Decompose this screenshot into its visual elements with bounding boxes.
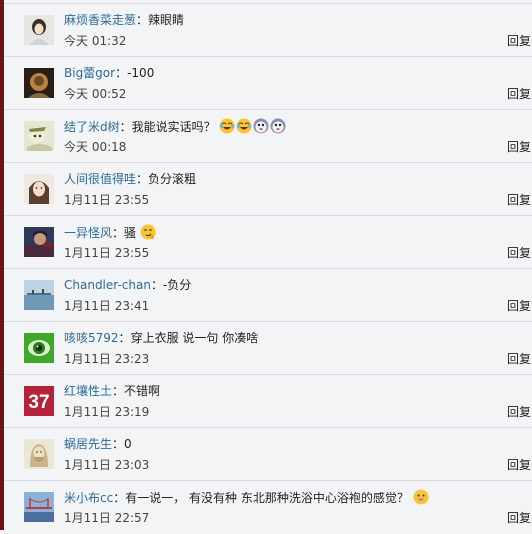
- colon: ：: [113, 491, 126, 505]
- reply-button[interactable]: 回复: [507, 404, 531, 420]
- colon: ：: [112, 437, 125, 451]
- reply-button[interactable]: 回复: [507, 510, 531, 526]
- pig-emoji: [413, 489, 429, 505]
- username-link[interactable]: 结了米d树: [64, 120, 120, 134]
- comment-item: 结了米d树：我能说实话吗？ 今天 00:18 回复: [4, 110, 532, 163]
- comment-item: Big蕾gor：-100 今天 00:52 回复: [4, 57, 532, 110]
- comment-item: 人间很值得哇：负分滚粗 1月11日 23:55 回复: [4, 163, 532, 216]
- avatar[interactable]: [24, 68, 54, 98]
- comment-text: 负分滚粗: [148, 172, 197, 186]
- avatar[interactable]: [24, 333, 54, 363]
- timestamp: 1月11日 23:55: [64, 246, 150, 260]
- colon: ：: [112, 226, 125, 240]
- timestamp: 今天 00:52: [64, 87, 127, 101]
- comment-text: 我能说实话吗？: [131, 120, 216, 134]
- doge-emoji: [270, 118, 286, 134]
- username-link[interactable]: Big蕾gor: [64, 66, 115, 80]
- reply-button[interactable]: 回复: [507, 192, 531, 208]
- username-link[interactable]: 麻烦香菜走葱: [64, 13, 136, 27]
- avatar[interactable]: [24, 15, 54, 45]
- comment-text: 有一说一， 有没有种 东北那种洗浴中心浴袍的感觉？: [125, 491, 409, 505]
- avatar[interactable]: [24, 121, 54, 151]
- comment-list: 麻烦香菜走葱：辣眼睛 今天 01:32 回复 Big蕾gor：-100 今天 0…: [4, 4, 532, 534]
- colon: ：: [115, 66, 128, 80]
- colon: ：: [136, 172, 149, 186]
- laugh-cry-emoji: [219, 118, 235, 134]
- username-link[interactable]: 咳咳5792: [64, 331, 119, 345]
- avatar[interactable]: [24, 227, 54, 257]
- timestamp: 今天 01:32: [64, 34, 127, 48]
- timestamp: 1月11日 23:55: [64, 193, 150, 207]
- comment-text: 骚: [124, 226, 137, 240]
- reply-button[interactable]: 回复: [507, 298, 531, 314]
- doge-emoji: [253, 118, 269, 134]
- comment-item: 蜗居先生：0 1月11日 23:03 回复: [4, 428, 532, 481]
- comment-text: 不错啊: [124, 384, 161, 398]
- username-link[interactable]: 一异怪风: [64, 226, 112, 240]
- reply-button[interactable]: 回复: [507, 245, 531, 261]
- reply-button[interactable]: 回复: [507, 457, 531, 473]
- avatar[interactable]: [24, 492, 54, 522]
- comment-item: 麻烦香菜走葱：辣眼睛 今天 01:32 回复: [4, 4, 532, 57]
- colon: ：: [119, 120, 132, 134]
- reply-button[interactable]: 回复: [507, 33, 531, 49]
- username-link[interactable]: 人间很值得哇: [64, 172, 136, 186]
- timestamp: 1月11日 23:41: [64, 299, 150, 313]
- avatar[interactable]: 37: [24, 386, 54, 416]
- username-link[interactable]: 红壤性土: [64, 384, 112, 398]
- comment-text: -负分: [162, 278, 192, 292]
- comment-item: 米小布cc：有一说一， 有没有种 东北那种洗浴中心浴袍的感觉？ 1月11日 22…: [4, 481, 532, 534]
- comment-text: 辣眼睛: [148, 13, 185, 27]
- laugh-cry-emoji: [236, 118, 252, 134]
- timestamp: 1月11日 22:57: [64, 511, 150, 525]
- colon: ：: [112, 384, 125, 398]
- smirk-emoji: [140, 224, 156, 240]
- colon: ：: [150, 278, 163, 292]
- colon: ：: [118, 331, 131, 345]
- username-link[interactable]: 米小布cc: [64, 491, 113, 505]
- avatar[interactable]: [24, 439, 54, 469]
- comment-item: 37 红壤性土：不错啊 1月11日 23:19 回复: [4, 375, 532, 428]
- timestamp: 1月11日 23:19: [64, 405, 150, 419]
- comment-text: -100: [127, 66, 155, 80]
- comment-text: 0: [124, 437, 132, 451]
- avatar-number: 37: [28, 392, 49, 413]
- reply-button[interactable]: 回复: [507, 139, 531, 155]
- avatar[interactable]: [24, 174, 54, 204]
- comment-item: 一异怪风：骚 1月11日 23:55 回复: [4, 216, 532, 269]
- comment-item: 咳咳5792：穿上衣服 说一句 你凑啥 1月11日 23:23 回复: [4, 322, 532, 375]
- avatar[interactable]: [24, 280, 54, 310]
- username-link[interactable]: Chandler-chan: [64, 278, 151, 292]
- comment-item: Chandler-chan：-负分 1月11日 23:41 回复: [4, 269, 532, 322]
- comment-text: 穿上衣服 说一句 你凑啥: [130, 331, 259, 345]
- timestamp: 1月11日 23:03: [64, 458, 150, 472]
- timestamp: 今天 00:18: [64, 140, 127, 154]
- reply-button[interactable]: 回复: [507, 86, 531, 102]
- username-link[interactable]: 蜗居先生: [64, 437, 112, 451]
- timestamp: 1月11日 23:23: [64, 352, 150, 366]
- reply-button[interactable]: 回复: [507, 351, 531, 367]
- colon: ：: [136, 13, 149, 27]
